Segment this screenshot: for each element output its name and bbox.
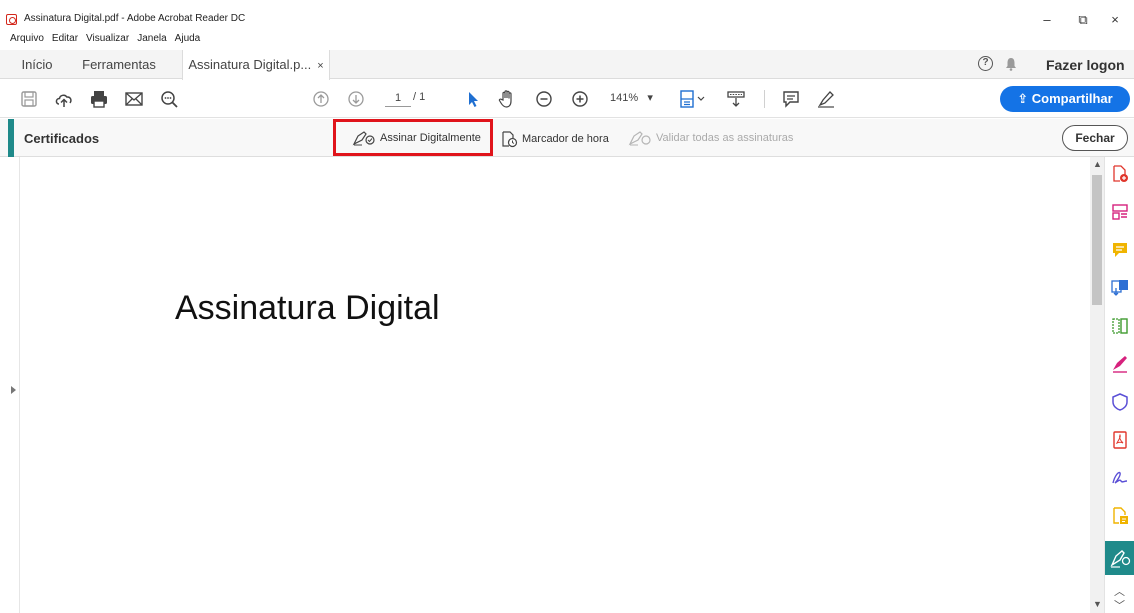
fit-page-icon[interactable]: [678, 88, 708, 110]
certificates-pen-icon: [1110, 550, 1131, 568]
hand-tool-icon[interactable]: [496, 88, 518, 110]
scroll-mode-icon[interactable]: [725, 88, 747, 110]
document-viewport: [0, 157, 1090, 613]
toolbar-divider: [764, 90, 765, 108]
window-title: Assinatura Digital.pdf - Adobe Acrobat R…: [24, 13, 246, 24]
scroll-down-icon[interactable]: ▼: [1093, 599, 1102, 609]
menu-janela[interactable]: Janela: [137, 32, 166, 46]
certificates-accent-bar: [8, 119, 14, 157]
certificates-toolbar: Certificados Assinar Digitalmente Marcad…: [0, 119, 1134, 157]
share-icon: ⇪: [1017, 91, 1032, 106]
zoom-in-icon[interactable]: [569, 88, 591, 110]
bell-icon[interactable]: [1005, 57, 1017, 71]
timestamp-label: Marcador de hora: [522, 133, 609, 145]
validate-all-label: Validar todas as assinaturas: [656, 132, 794, 144]
title-bar: Assinatura Digital.pdf - Adobe Acrobat R…: [0, 0, 1134, 32]
timestamp-button[interactable]: Marcador de hora: [500, 130, 609, 148]
previous-page-icon[interactable]: [310, 88, 332, 110]
highlight-annotation-box: [333, 119, 493, 156]
email-icon[interactable]: [123, 88, 145, 110]
expand-arrow-icon[interactable]: [11, 386, 16, 394]
scroll-up-icon[interactable]: ▲: [1093, 159, 1102, 169]
right-tools-pane: ︿ ﹀: [1104, 157, 1134, 613]
close-certificates-button[interactable]: Fechar: [1062, 125, 1128, 151]
minimize-button[interactable]: –: [1032, 10, 1062, 30]
organize-pages-icon[interactable]: [1111, 203, 1129, 221]
protect-shield-icon[interactable]: [1111, 393, 1129, 411]
highlight-pen-icon[interactable]: [815, 88, 837, 110]
select-cursor-icon[interactable]: [462, 88, 484, 110]
fill-sign-icon[interactable]: [1111, 355, 1129, 373]
tab-document[interactable]: Assinatura Digital.p... ×: [182, 50, 330, 80]
menu-arquivo[interactable]: Arquivo: [10, 32, 44, 46]
acrobat-pdf-icon[interactable]: [1111, 431, 1129, 449]
tab-tools[interactable]: Ferramentas: [74, 50, 164, 79]
comment-icon[interactable]: [780, 88, 802, 110]
vertical-scrollbar[interactable]: ▲ ▼: [1090, 157, 1104, 613]
main-toolbar: 1 / 1 141% ▾ ⇪ Compartilhar: [0, 80, 1134, 118]
certificates-tool-active[interactable]: [1105, 541, 1134, 575]
close-window-button[interactable]: ×: [1100, 10, 1130, 30]
signature-tool-icon[interactable]: [1111, 469, 1129, 487]
scroll-thumb[interactable]: [1092, 175, 1102, 305]
validate-all-signatures-button[interactable]: Validar todas as assinaturas: [628, 130, 793, 146]
export-pdf-icon[interactable]: [1111, 279, 1129, 297]
menu-editar[interactable]: Editar: [52, 32, 78, 46]
restore-button[interactable]: ⧉: [1068, 10, 1098, 30]
chevron-down-icon[interactable]: ﹀: [1114, 597, 1125, 613]
cloud-upload-icon[interactable]: [53, 88, 75, 110]
acrobat-app-icon: [6, 14, 17, 25]
certificates-title: Certificados: [24, 131, 100, 146]
tab-close-icon[interactable]: ×: [317, 60, 323, 72]
menu-ajuda[interactable]: Ajuda: [175, 32, 201, 46]
page-total: / 1: [413, 91, 426, 103]
search-zoom-icon[interactable]: [158, 88, 180, 110]
page-number-input[interactable]: 1: [385, 90, 411, 107]
zoom-level-value: 141%: [610, 92, 639, 104]
comment-tool-icon[interactable]: [1111, 241, 1129, 259]
chevron-down-icon: ▾: [647, 92, 653, 104]
login-link[interactable]: Fazer logon: [1046, 57, 1125, 73]
document-heading: Assinatura Digital: [175, 289, 440, 327]
tab-home[interactable]: Início: [10, 50, 64, 79]
menu-bar: Arquivo Editar Visualizar Janela Ajuda: [0, 32, 208, 46]
print-icon[interactable]: [88, 88, 110, 110]
share-label: Compartilhar: [1031, 91, 1113, 106]
timestamp-icon: [502, 131, 518, 148]
zoom-out-icon[interactable]: [533, 88, 555, 110]
tab-document-label: Assinatura Digital.p...: [188, 57, 312, 72]
left-pane-expander[interactable]: [0, 157, 20, 613]
menu-visualizar[interactable]: Visualizar: [86, 32, 129, 46]
next-page-icon[interactable]: [345, 88, 367, 110]
save-icon[interactable]: [18, 88, 40, 110]
share-button[interactable]: ⇪ Compartilhar: [1000, 86, 1130, 112]
validate-pen-icon: [628, 131, 651, 146]
compare-files-icon[interactable]: [1111, 317, 1129, 335]
create-pdf-icon[interactable]: [1111, 165, 1129, 183]
tab-bar: Início Ferramentas Assinatura Digital.p.…: [0, 50, 1134, 80]
help-icon[interactable]: ?: [978, 56, 993, 71]
zoom-level-select[interactable]: 141% ▾: [610, 90, 668, 107]
send-for-review-icon[interactable]: [1111, 507, 1129, 525]
